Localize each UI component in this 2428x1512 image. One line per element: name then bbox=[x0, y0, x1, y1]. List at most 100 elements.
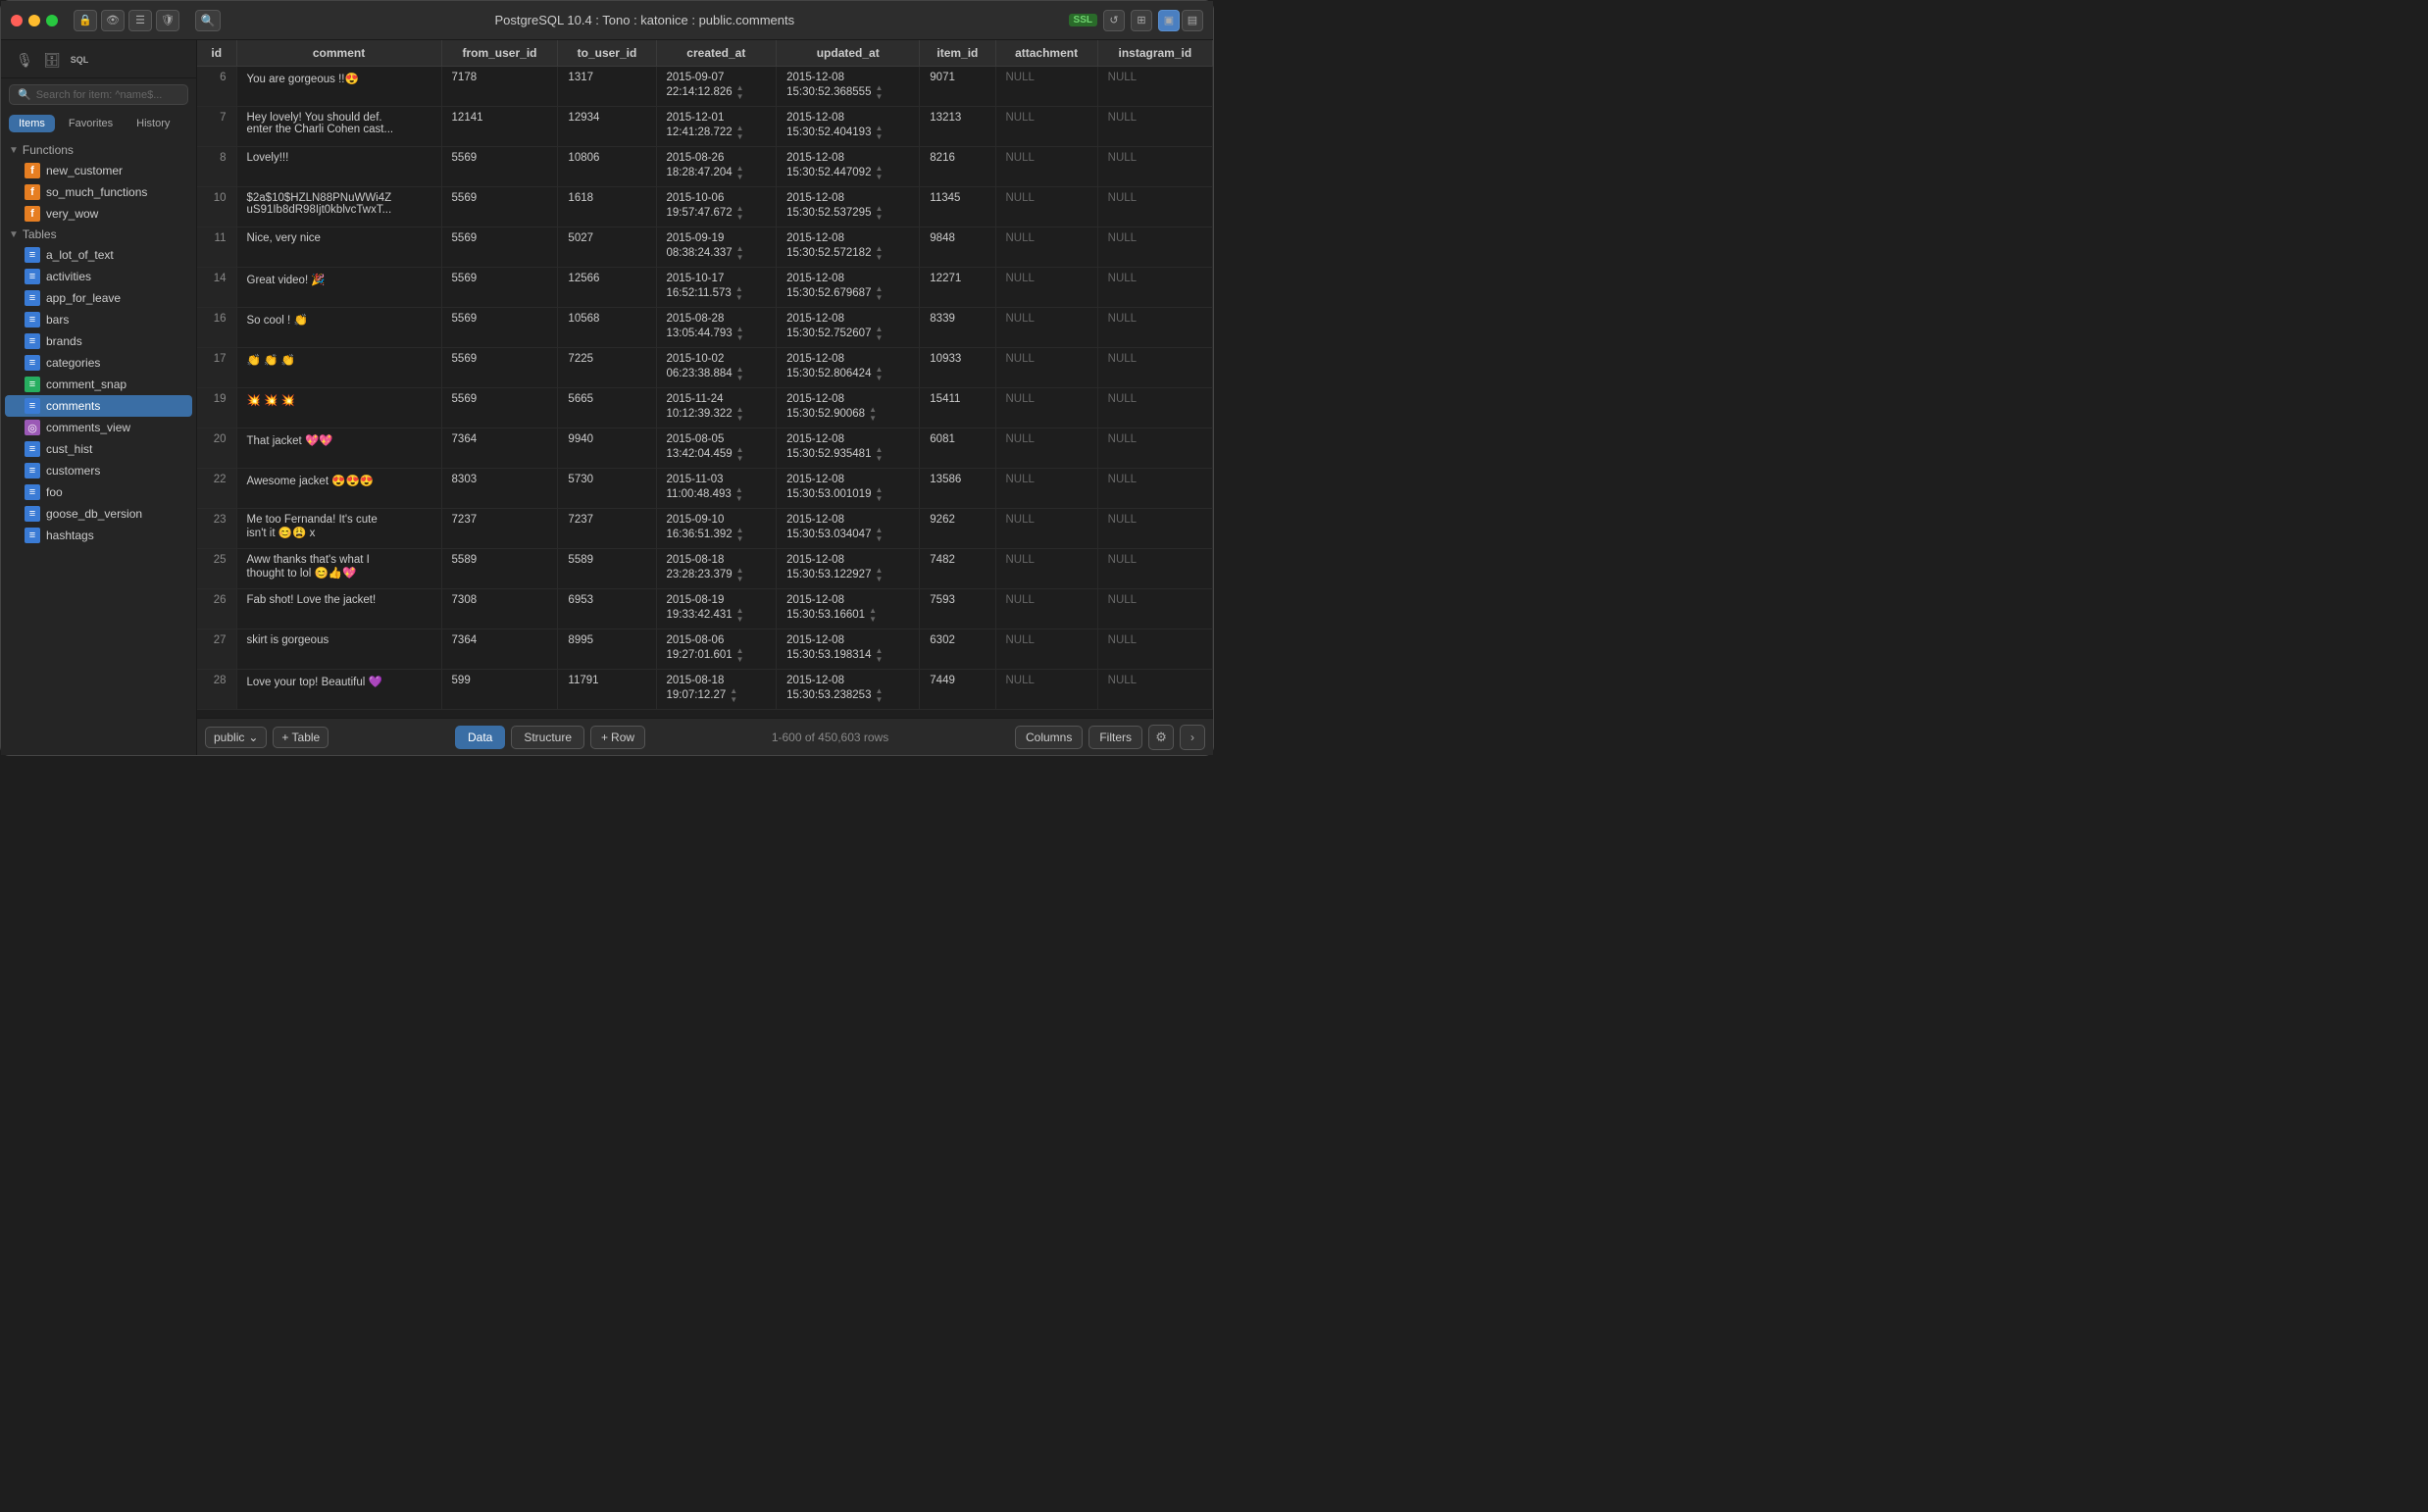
tab-items[interactable]: Items bbox=[9, 115, 55, 132]
table-row[interactable]: 19💥 💥 💥556956652015-11-24 10:12:39.322▲▼… bbox=[197, 388, 1213, 428]
table-row[interactable]: 23Me too Fernanda! It's cute isn't it 😊😩… bbox=[197, 509, 1213, 549]
tab-data[interactable]: Data bbox=[455, 726, 505, 749]
sort-stepper[interactable]: ▲▼ bbox=[875, 526, 883, 543]
sort-stepper[interactable]: ▲▼ bbox=[736, 83, 744, 101]
sidebar-search[interactable]: 🔍 Search for item: ^name$... bbox=[9, 84, 188, 105]
sort-stepper[interactable]: ▲▼ bbox=[875, 204, 883, 222]
sort-stepper[interactable]: ▲▼ bbox=[736, 606, 744, 624]
table-row[interactable]: 22Awesome jacket 😍😍😍830357302015-11-03 1… bbox=[197, 469, 1213, 509]
table-row[interactable]: 27skirt is gorgeous736489952015-08-06 19… bbox=[197, 630, 1213, 670]
sort-stepper[interactable]: ▲▼ bbox=[736, 566, 744, 583]
tree-item-activities[interactable]: ≡ activities bbox=[5, 266, 192, 287]
sort-stepper[interactable]: ▲▼ bbox=[736, 445, 744, 463]
gear-icon[interactable]: ⚙ bbox=[1148, 725, 1174, 750]
sort-stepper[interactable]: ▲▼ bbox=[875, 244, 883, 262]
list-icon[interactable]: ☰ bbox=[128, 10, 152, 31]
tree-item-comments_view[interactable]: ◎ comments_view bbox=[5, 417, 192, 438]
tree-item-hashtags[interactable]: ≡ hashtags bbox=[5, 525, 192, 546]
table-wrapper[interactable]: id comment from_user_id to_user_id creat… bbox=[197, 40, 1213, 718]
lock-icon[interactable]: 🔒 bbox=[74, 10, 97, 31]
sort-stepper[interactable]: ▲▼ bbox=[736, 365, 744, 382]
minimize-button[interactable] bbox=[28, 15, 40, 26]
db-icon[interactable]: 🎙 bbox=[11, 48, 38, 72]
sort-stepper[interactable]: ▲▼ bbox=[875, 83, 883, 101]
sort-stepper[interactable]: ▲▼ bbox=[875, 365, 883, 382]
tab-history[interactable]: History bbox=[126, 115, 179, 132]
grid-icon[interactable]: ⊞ bbox=[1131, 10, 1152, 31]
tree-item-goose_db_version[interactable]: ≡ goose_db_version bbox=[5, 503, 192, 525]
sort-stepper[interactable]: ▲▼ bbox=[875, 566, 883, 583]
table-row[interactable]: 26Fab shot! Love the jacket!730869532015… bbox=[197, 589, 1213, 630]
table-row[interactable]: 11Nice, very nice556950272015-09-19 08:3… bbox=[197, 227, 1213, 268]
table-row[interactable]: 8Lovely!!!5569108062015-08-26 18:28:47.2… bbox=[197, 147, 1213, 187]
sort-stepper[interactable]: ▲▼ bbox=[736, 646, 744, 664]
add-row-button[interactable]: + Row bbox=[590, 726, 645, 749]
cell-id: 20 bbox=[197, 428, 236, 469]
tree-item-app_for_leave[interactable]: ≡ app_for_leave bbox=[5, 287, 192, 309]
tree-item-very_wow[interactable]: f very_wow bbox=[5, 203, 192, 225]
sort-stepper[interactable]: ▲▼ bbox=[736, 526, 744, 543]
functions-section[interactable]: ▼ Functions bbox=[1, 140, 196, 160]
schema-selector[interactable]: public ⌄ bbox=[205, 727, 267, 748]
sort-stepper[interactable]: ▲▼ bbox=[730, 686, 737, 704]
sort-stepper[interactable]: ▲▼ bbox=[736, 405, 744, 423]
cell-comment: Fab shot! Love the jacket! bbox=[236, 589, 441, 630]
table-row[interactable]: 25Aww thanks that's what I thought to lo… bbox=[197, 549, 1213, 589]
sort-stepper[interactable]: ▲▼ bbox=[875, 124, 883, 141]
sidebar: 🎙 🗄 SQL 🔍 Search for item: ^name$... Ite… bbox=[1, 40, 197, 755]
sort-stepper[interactable]: ▲▼ bbox=[875, 445, 883, 463]
sql-icon[interactable]: SQL bbox=[66, 48, 93, 72]
table-row[interactable]: 10$2a$10$HZLN88PNuWWi4Z uS91Ib8dR98Ijt0k… bbox=[197, 187, 1213, 227]
filters-button[interactable]: Filters bbox=[1088, 726, 1142, 749]
table-row[interactable]: 16So cool ! 👏5569105682015-08-28 13:05:4… bbox=[197, 308, 1213, 348]
view-panel-icon[interactable]: ▤ bbox=[1182, 10, 1203, 31]
table-row[interactable]: 7Hey lovely! You should def. enter the C… bbox=[197, 107, 1213, 147]
tables-section[interactable]: ▼ Tables bbox=[1, 225, 196, 244]
sort-stepper[interactable]: ▲▼ bbox=[736, 244, 744, 262]
tree-item-foo[interactable]: ≡ foo bbox=[5, 481, 192, 503]
sort-stepper[interactable]: ▲▼ bbox=[875, 164, 883, 181]
tree-item-comments[interactable]: ≡ comments bbox=[5, 395, 192, 417]
table-row[interactable]: 28Love your top! Beautiful 💜599117912015… bbox=[197, 670, 1213, 710]
search-icon[interactable]: 🔍 bbox=[195, 10, 221, 31]
tree-item-customers[interactable]: ≡ customers bbox=[5, 460, 192, 481]
close-button[interactable] bbox=[11, 15, 23, 26]
sort-stepper[interactable]: ▲▼ bbox=[736, 164, 744, 181]
sort-stepper[interactable]: ▲▼ bbox=[736, 325, 744, 342]
table-icon[interactable]: 🗄 bbox=[38, 48, 66, 72]
sort-stepper[interactable]: ▲▼ bbox=[875, 284, 883, 302]
table-row[interactable]: 17👏 👏 👏556972252015-10-02 06:23:38.884▲▼… bbox=[197, 348, 1213, 388]
tree-item-comment_snap[interactable]: ≡ comment_snap bbox=[5, 374, 192, 395]
add-table-button[interactable]: + Table bbox=[273, 727, 329, 748]
sort-stepper[interactable]: ▲▼ bbox=[869, 405, 877, 423]
table-row[interactable]: 14Great video! 🎉5569125662015-10-17 16:5… bbox=[197, 268, 1213, 308]
tree-item-so_much_functions[interactable]: f so_much_functions bbox=[5, 181, 192, 203]
view-sidebar-icon[interactable]: ▣ bbox=[1158, 10, 1180, 31]
sort-stepper[interactable]: ▲▼ bbox=[869, 606, 877, 624]
table-row[interactable]: 20That jacket 💖💖736499402015-08-05 13:42… bbox=[197, 428, 1213, 469]
sort-stepper[interactable]: ▲▼ bbox=[735, 485, 743, 503]
tree-item-brands[interactable]: ≡ brands bbox=[5, 330, 192, 352]
sort-stepper[interactable]: ▲▼ bbox=[875, 325, 883, 342]
sort-stepper[interactable]: ▲▼ bbox=[736, 124, 744, 141]
sort-stepper[interactable]: ▲▼ bbox=[736, 204, 744, 222]
maximize-button[interactable] bbox=[46, 15, 58, 26]
columns-button[interactable]: Columns bbox=[1015, 726, 1083, 749]
tree-item-a_lot_of_text[interactable]: ≡ a_lot_of_text bbox=[5, 244, 192, 266]
tab-structure[interactable]: Structure bbox=[511, 726, 584, 749]
refresh-icon[interactable]: ↺ bbox=[1103, 10, 1125, 31]
tab-favorites[interactable]: Favorites bbox=[59, 115, 123, 132]
table-row[interactable]: 6You are gorgeous !!😍717813172015-09-07 … bbox=[197, 67, 1213, 107]
shield-icon[interactable]: 🛡 bbox=[156, 10, 179, 31]
eye-icon[interactable]: 👁 bbox=[101, 10, 125, 31]
tree-item-bars[interactable]: ≡ bars bbox=[5, 309, 192, 330]
sort-stepper[interactable]: ▲▼ bbox=[875, 686, 883, 704]
chevron-right-icon[interactable]: › bbox=[1180, 725, 1205, 750]
tree-item-new_customer[interactable]: f new_customer bbox=[5, 160, 192, 181]
tree-item-categories[interactable]: ≡ categories bbox=[5, 352, 192, 374]
cell-comment: Love your top! Beautiful 💜 bbox=[236, 670, 441, 710]
tree-item-cust_hist[interactable]: ≡ cust_hist bbox=[5, 438, 192, 460]
sort-stepper[interactable]: ▲▼ bbox=[875, 485, 883, 503]
sort-stepper[interactable]: ▲▼ bbox=[735, 284, 743, 302]
sort-stepper[interactable]: ▲▼ bbox=[875, 646, 883, 664]
